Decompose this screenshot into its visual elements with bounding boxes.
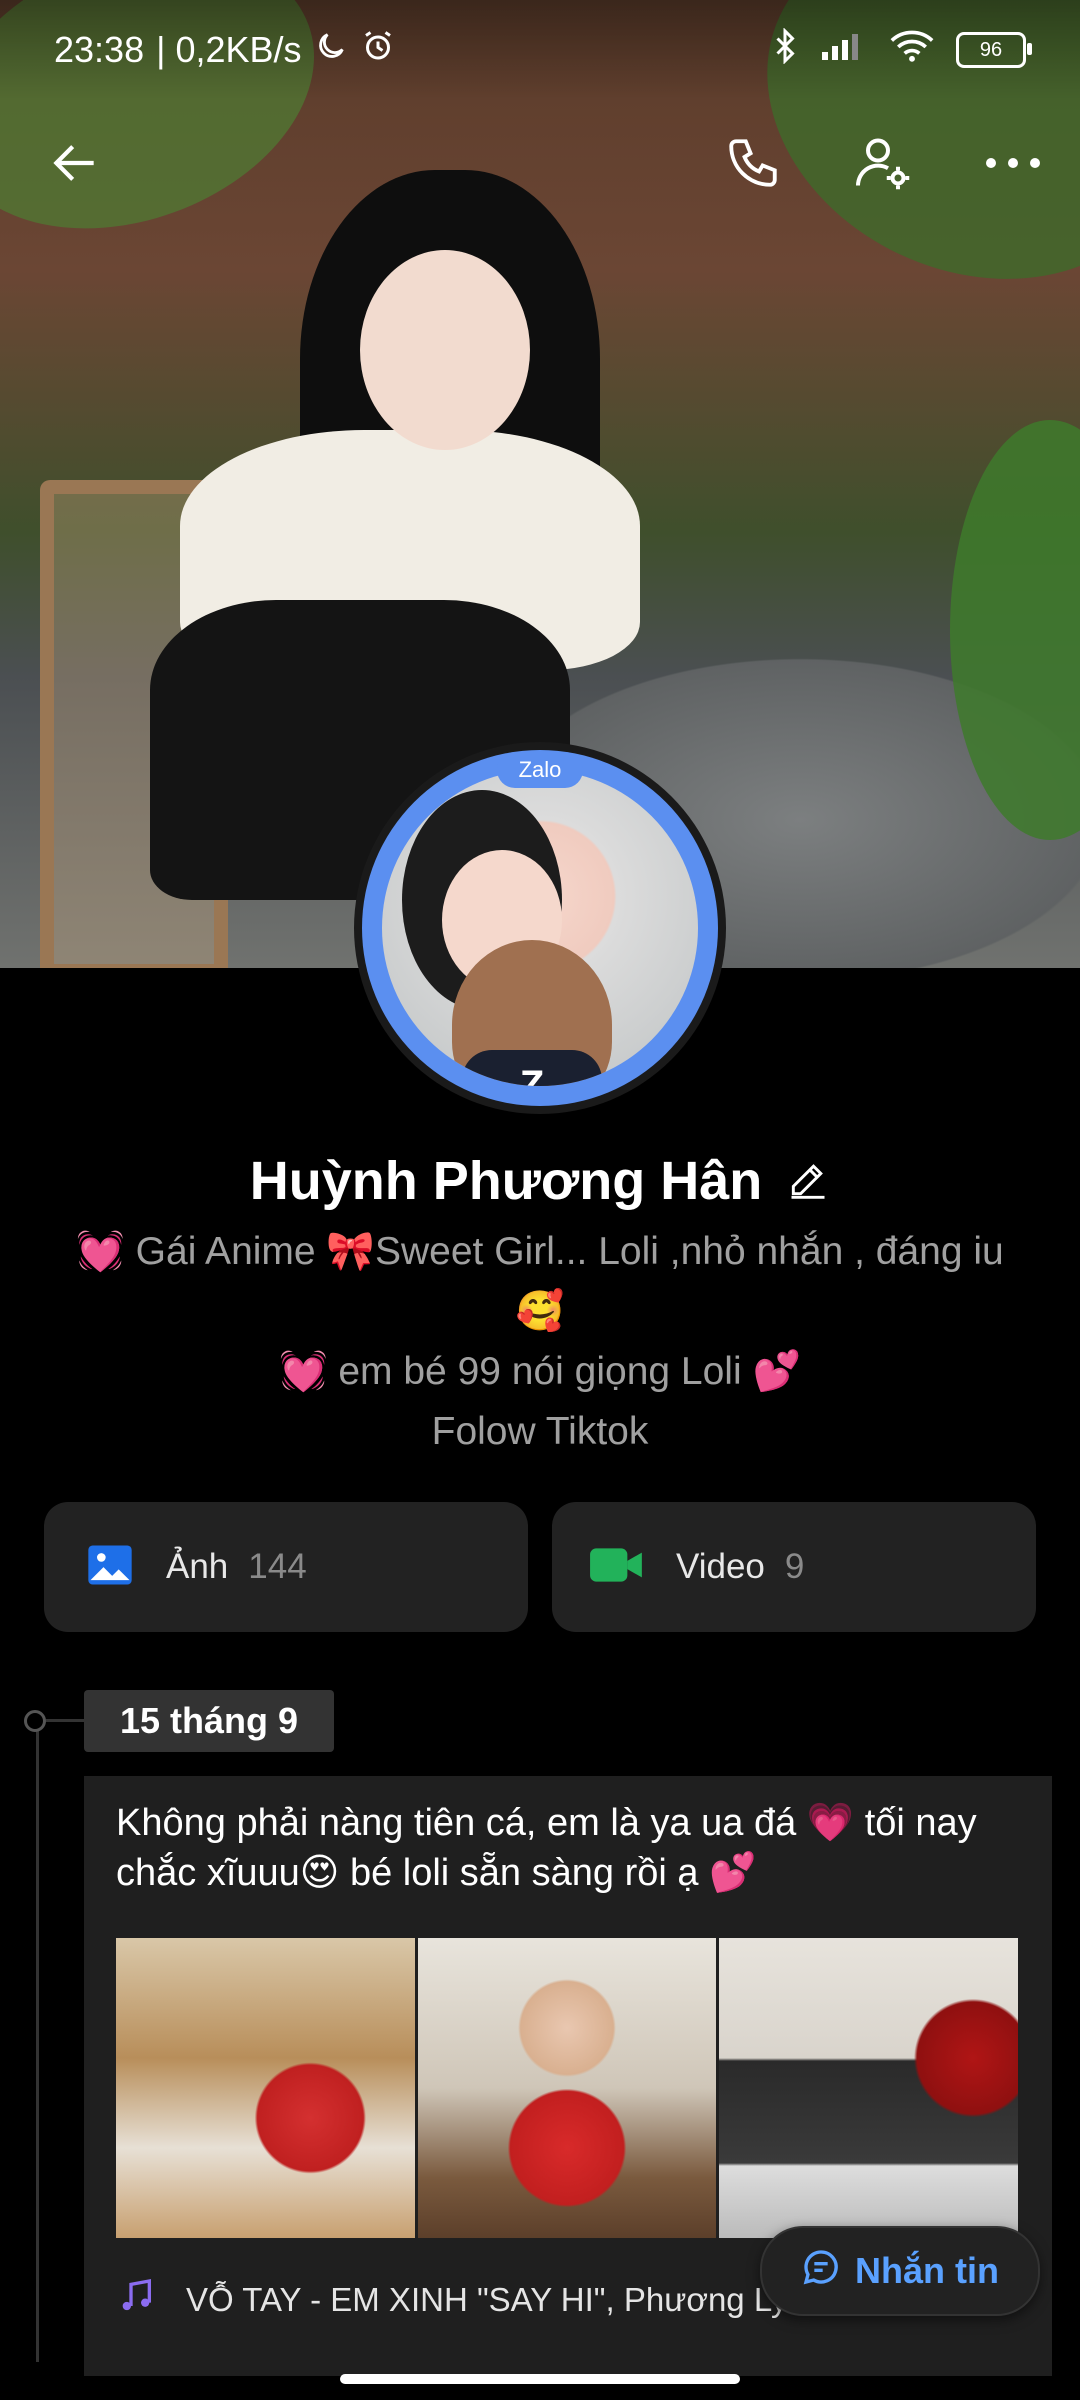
bio-line: 🥰 xyxy=(515,1290,565,1333)
videos-card[interactable]: Video 9 xyxy=(552,1502,1036,1632)
battery-indicator: 96 xyxy=(956,32,1032,68)
profile-name-row: Huỳnh Phương Hân xyxy=(0,1150,1080,1212)
timeline-dot xyxy=(24,1710,46,1732)
post-photos xyxy=(116,1938,1019,2238)
bluetooth-icon xyxy=(772,26,798,73)
message-button-label: Nhắn tin xyxy=(855,2250,999,2291)
cover-leaf xyxy=(950,420,1080,840)
chat-bubble-icon xyxy=(801,2247,841,2296)
arrow-left-icon[interactable] xyxy=(30,118,120,208)
photos-label: Ảnh xyxy=(166,1547,229,1586)
post-photo[interactable] xyxy=(116,1938,415,2238)
wifi-icon xyxy=(890,29,934,72)
post-photo[interactable] xyxy=(417,1938,717,2238)
avatar-image: Z xyxy=(382,770,698,1086)
videos-count: 9 xyxy=(784,1547,805,1586)
home-indicator[interactable] xyxy=(340,2374,740,2384)
music-note-icon xyxy=(116,2276,156,2324)
avatar[interactable]: Z xyxy=(354,742,726,1114)
music-title: VỖ TAY - EM XINH "SAY HI", Phương Ly xyxy=(186,2281,788,2318)
photos-count: 144 xyxy=(248,1547,307,1586)
profile-bio: 💓 Gái Anime 🎀Sweet Girl... Loli ,nhỏ nhắ… xyxy=(40,1222,1040,1462)
post-music[interactable]: VỖ TAY - EM XINH "SAY HI", Phương Ly xyxy=(116,2276,787,2324)
cover-person-face xyxy=(360,250,530,450)
more-horizontal-icon[interactable] xyxy=(968,118,1058,208)
photos-card[interactable]: Ảnh 144 xyxy=(44,1502,528,1632)
bio-line: 💓 Gái Anime 🎀Sweet Girl... Loli ,nhỏ nhắ… xyxy=(76,1230,1004,1273)
phone-icon[interactable] xyxy=(708,118,798,208)
status-time: 23:38 xyxy=(54,29,145,70)
status-network-speed: | 0,2KB/s xyxy=(156,29,302,70)
pencil-icon[interactable] xyxy=(786,1157,830,1206)
message-button[interactable]: Nhắn tin xyxy=(760,2226,1040,2316)
image-icon xyxy=(84,1539,136,1596)
moon-icon xyxy=(314,29,348,72)
timeline-date: 15 tháng 9 xyxy=(84,1690,334,1752)
bio-line: 💓 em bé 99 nói giọng Loli 💕 xyxy=(278,1350,802,1393)
bio-line: Folow Tiktok xyxy=(431,1410,649,1453)
zalo-badge: Zalo xyxy=(497,752,583,788)
post-photo[interactable] xyxy=(719,1938,1019,2238)
videos-label: Video xyxy=(676,1547,765,1586)
profile-name: Huỳnh Phương Hân xyxy=(249,1151,763,1211)
alarm-icon xyxy=(360,28,396,73)
timeline-line xyxy=(36,1722,39,2362)
post-text: Không phải nàng tiên cá, em là ya ua đá … xyxy=(116,1802,977,1894)
video-icon xyxy=(588,1541,646,1594)
timeline-connector xyxy=(46,1719,84,1722)
user-gear-icon[interactable] xyxy=(838,118,928,208)
signal-icon xyxy=(820,29,868,71)
status-bar: 23:38 | 0,2KB/s 96 xyxy=(0,0,1080,100)
profile-action-bar xyxy=(0,118,1080,218)
